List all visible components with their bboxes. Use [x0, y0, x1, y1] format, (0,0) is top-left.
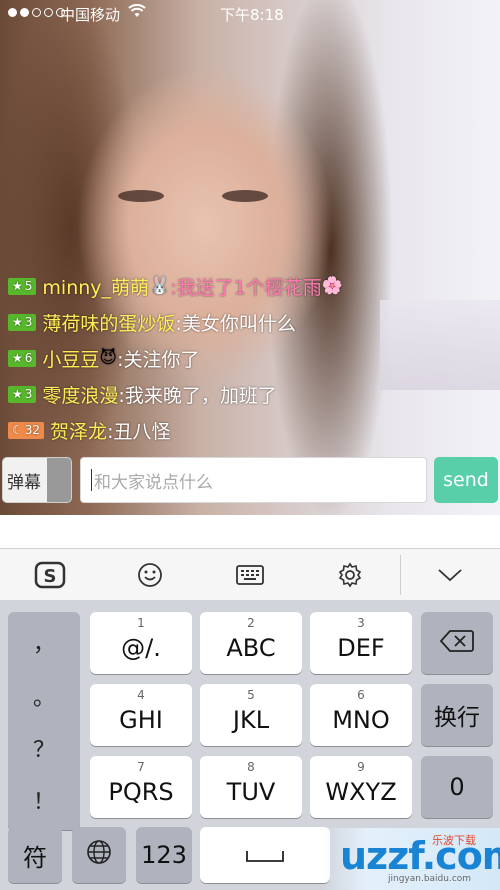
key-question[interactable]: ？	[8, 730, 80, 766]
chat-text: :我来晚了，加班了	[118, 384, 277, 407]
key-comma[interactable]: ，	[8, 624, 80, 660]
key-5[interactable]: 5 JKL	[200, 684, 302, 746]
status-time: 下午8:18	[220, 6, 284, 24]
key-3[interactable]: 3 DEF	[310, 612, 412, 674]
key-7[interactable]: 7 PQRS	[90, 756, 192, 818]
danmu-toggle-button[interactable]: 弹幕	[2, 457, 72, 503]
keyboard-icon[interactable]	[230, 557, 270, 593]
star-icon: ★	[12, 279, 23, 293]
moon-icon: ☾	[12, 423, 23, 437]
star-icon: ★	[12, 315, 23, 329]
user-level-badge: ★ 3	[8, 385, 37, 403]
user-level-badge: ★ 6	[8, 349, 37, 367]
svg-text:S: S	[44, 566, 57, 587]
chat-text: :我送了1个樱花雨	[170, 276, 322, 299]
chat-username[interactable]: 薄荷味的蛋炒饭	[42, 309, 175, 336]
chat-text: :关注你了	[117, 348, 200, 371]
star-icon: ★	[12, 351, 23, 365]
chat-message: ★ 5 minny_萌萌 🐰 :我送了1个樱花雨 🌸	[8, 268, 343, 304]
devil-emoji-icon: 😈	[99, 348, 118, 368]
face-right-eye	[222, 190, 268, 202]
star-icon: ★	[12, 387, 23, 401]
user-level-badge: ★ 5	[8, 277, 37, 295]
chat-text: :丑八怪	[107, 420, 171, 443]
status-bar: 中国移动 下午8:18	[0, 0, 500, 28]
symbols-key[interactable]: 符	[8, 827, 62, 883]
key-exclamation[interactable]: ！	[8, 782, 80, 818]
watermark-logo: uzzf.com	[340, 834, 500, 878]
space-key[interactable]	[200, 827, 330, 883]
key-period[interactable]: 。	[8, 678, 80, 714]
keyboard-gap	[0, 515, 500, 548]
keyboard-toolbar: S	[0, 548, 500, 600]
carrier-name: 中国移动	[60, 6, 121, 24]
key-6[interactable]: 6 MNO	[310, 684, 412, 746]
cherry-blossom-icon: 🌸	[321, 276, 343, 296]
face-left-eye	[118, 190, 164, 202]
wifi-icon	[128, 4, 146, 22]
space-bar-icon	[245, 841, 285, 869]
toolbar-divider	[400, 555, 401, 595]
globe-icon	[86, 839, 112, 871]
bunny-emoji-icon: 🐰	[149, 276, 171, 296]
emoji-smile-icon[interactable]	[130, 557, 170, 593]
key-8[interactable]: 8 TUV	[200, 756, 302, 818]
delete-key[interactable]	[421, 612, 493, 674]
settings-gear-icon[interactable]	[330, 557, 370, 593]
user-level-badge: ☾ 32	[8, 421, 45, 439]
globe-key[interactable]	[72, 827, 126, 883]
key-0[interactable]: 0	[421, 756, 493, 818]
chat-username[interactable]: 零度浪漫	[42, 381, 118, 408]
chat-message: ★ 6 小豆豆 😈 :关注你了	[8, 340, 343, 376]
numbers-key[interactable]: 123	[136, 827, 192, 883]
key-2[interactable]: 2 ABC	[200, 612, 302, 674]
chat-username[interactable]: 小豆豆	[42, 345, 99, 372]
chat-message: ★ 3 零度浪漫 :我来晚了，加班了	[8, 376, 343, 412]
key-9[interactable]: 9 WXYZ	[310, 756, 412, 818]
signal-strength-icon	[8, 8, 65, 17]
chat-message: ☾ 32 贺泽龙 :丑八怪	[8, 412, 343, 448]
send-button[interactable]: send	[434, 457, 498, 503]
chat-input-placeholder: 和大家说点什么	[94, 472, 213, 493]
key-1[interactable]: 1 @/.	[90, 612, 192, 674]
danmu-switch[interactable]	[47, 458, 71, 502]
collapse-chevron-icon[interactable]	[430, 557, 470, 593]
chat-username[interactable]: minny_萌萌	[42, 273, 149, 300]
chat-message-input[interactable]: 和大家说点什么	[80, 457, 427, 503]
backspace-icon	[439, 629, 474, 657]
chat-message: ★ 3 薄荷味的蛋炒饭 :美女你叫什么	[8, 304, 343, 340]
user-level-badge: ★ 3	[8, 313, 37, 331]
key-4[interactable]: 4 GHI	[90, 684, 192, 746]
watermark-subtext: jingyan.baidu.com	[388, 874, 472, 884]
chat-username[interactable]: 贺泽龙	[50, 417, 107, 444]
danmu-label: 弹幕	[7, 472, 41, 493]
background-shelf	[380, 300, 500, 390]
return-key[interactable]: 换行	[421, 684, 493, 746]
chat-message-list: ★ 5 minny_萌萌 🐰 :我送了1个樱花雨 🌸 ★ 3 薄荷味的蛋炒饭 :美女…	[8, 268, 343, 448]
chat-text: :美女你叫什么	[175, 312, 296, 335]
chat-input-bar: 弹幕 和大家说点什么 send	[0, 454, 500, 510]
sogou-logo-icon[interactable]: S	[30, 557, 70, 593]
text-caret	[91, 469, 92, 491]
